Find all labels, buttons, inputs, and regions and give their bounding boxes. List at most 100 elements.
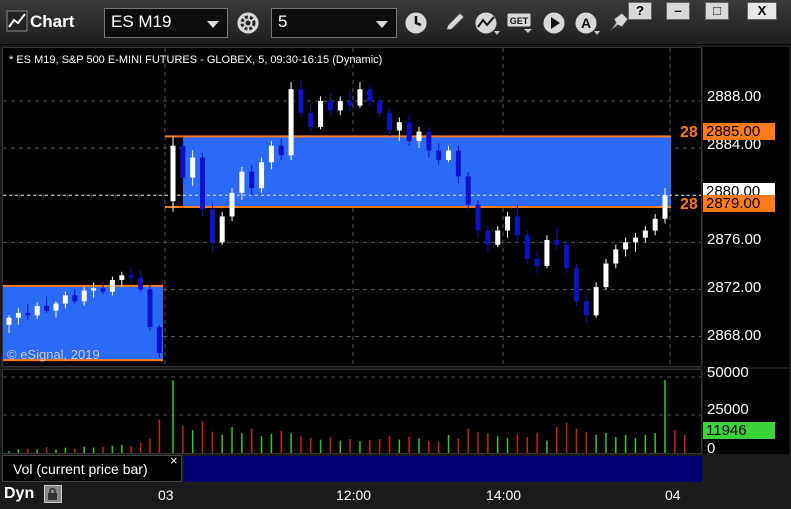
candle-body — [544, 239, 550, 266]
candle-body — [505, 216, 511, 231]
symbol-settings-button[interactable] — [234, 9, 262, 37]
minimize-button[interactable]: – — [666, 2, 690, 20]
volume-tick: 50000 — [707, 364, 749, 381]
candle-body — [573, 268, 579, 302]
candle-body — [249, 171, 255, 189]
lock-icon[interactable] — [44, 485, 62, 503]
price-axis[interactable]: 2888.00 2884.00 2876.00 2872.00 2868.00 … — [703, 47, 789, 367]
candle-body — [554, 239, 560, 245]
clock-icon — [404, 11, 428, 35]
price-chart[interactable] — [3, 48, 701, 366]
gear-icon — [236, 11, 260, 35]
candle-body — [367, 89, 373, 101]
candle-body — [337, 101, 343, 111]
time-tick: 04 — [665, 487, 681, 503]
candle-body — [623, 242, 629, 250]
symbol-value: ES M19 — [111, 12, 172, 31]
maximize-button[interactable]: □ — [705, 2, 729, 20]
lower-level-tag: 2879.00 — [703, 195, 775, 212]
volume-pane[interactable] — [2, 369, 702, 454]
play-button[interactable] — [540, 9, 568, 37]
candle-body — [406, 122, 412, 142]
lower-level-partial: 28 — [680, 196, 698, 213]
candle-body — [109, 280, 115, 292]
candle-body — [259, 162, 265, 189]
candle-body — [377, 101, 383, 113]
window-title: Chart — [30, 12, 75, 31]
price-tick: 2868.00 — [707, 327, 762, 344]
time-button[interactable] — [402, 9, 430, 37]
copyright-label: © eSignal, 2019 — [7, 347, 100, 362]
candle-body — [662, 195, 668, 219]
candle-body — [642, 230, 648, 238]
candle-body — [288, 89, 294, 156]
candle-body — [209, 209, 215, 243]
study-label-box[interactable]: Vol (current price bar) — [2, 455, 182, 482]
candle-body — [475, 204, 481, 231]
candle-body — [6, 317, 12, 325]
candle-body — [564, 244, 570, 269]
candle-body — [436, 150, 442, 160]
candle-body — [465, 176, 471, 205]
draw-button[interactable] — [440, 9, 468, 37]
candle-body — [613, 249, 619, 264]
candle-body — [524, 235, 530, 259]
svg-text:A: A — [581, 15, 591, 31]
symbol-dropdown[interactable]: ES M19 — [104, 8, 228, 38]
interval-value: 5 — [278, 12, 288, 31]
chevron-down-icon[interactable] — [207, 21, 219, 28]
candle-body — [15, 313, 21, 318]
candle-body — [632, 237, 638, 243]
dynamic-mode-label[interactable]: Dyn — [4, 485, 34, 503]
study-label: Vol (current price bar) — [13, 461, 148, 477]
time-tick: 03 — [158, 487, 174, 503]
candle-body — [34, 305, 40, 316]
upper-level-partial: 28 — [680, 124, 698, 141]
candle-body — [53, 303, 59, 311]
get-button[interactable]: GET — [506, 12, 534, 40]
time-axis[interactable]: Dyn 03 12:00 14:00 04 — [0, 483, 791, 509]
candle-body — [25, 313, 31, 316]
candle-body — [239, 171, 245, 193]
candle-body — [495, 230, 501, 245]
price-pane[interactable]: * ES M19, S&P 500 E-MINI FUTURES - GLOBE… — [2, 47, 702, 367]
candle-body — [278, 145, 284, 156]
candle-body — [318, 101, 324, 127]
volume-chart[interactable] — [3, 370, 701, 453]
volume-tick: 0 — [707, 440, 716, 457]
alerts-button[interactable]: A — [572, 9, 600, 37]
interval-dropdown[interactable]: 5 — [271, 8, 397, 38]
volume-tick: 25000 — [707, 401, 749, 418]
close-button[interactable]: X — [747, 2, 777, 20]
candle-body — [62, 295, 68, 304]
candle-body — [128, 275, 134, 278]
candle-body — [200, 157, 206, 210]
candle-body — [327, 101, 333, 111]
candle-body — [583, 301, 589, 316]
help-button[interactable]: ? — [628, 2, 652, 20]
candle-body — [396, 122, 402, 131]
candle-body — [426, 131, 432, 151]
candle-body — [514, 216, 520, 236]
candle-body — [268, 145, 274, 163]
price-tick: 2888.00 — [707, 88, 762, 105]
volume-axis[interactable]: 50000 25000 0 11946 — [703, 364, 789, 457]
candle-body — [652, 218, 658, 231]
price-tick: 2876.00 — [707, 231, 762, 248]
candle-body — [119, 275, 125, 281]
pencil-icon — [445, 12, 465, 32]
studies-button[interactable] — [472, 9, 500, 37]
chevron-down-icon[interactable] — [376, 21, 388, 28]
time-tick: 12:00 — [336, 487, 372, 503]
candle-body — [593, 287, 599, 316]
candle-body — [308, 112, 314, 127]
price-tick: 2872.00 — [707, 279, 762, 296]
candle-body — [44, 305, 50, 311]
candle-body — [534, 258, 540, 266]
line-chart-icon — [474, 11, 500, 35]
candle-body — [180, 145, 186, 178]
volume-tag: 11946 — [703, 422, 775, 439]
title-bar: Chart ES M19 5 GET A ? – □ X — [0, 0, 791, 45]
close-study-icon[interactable]: × — [170, 453, 178, 468]
candle-body — [485, 230, 491, 245]
